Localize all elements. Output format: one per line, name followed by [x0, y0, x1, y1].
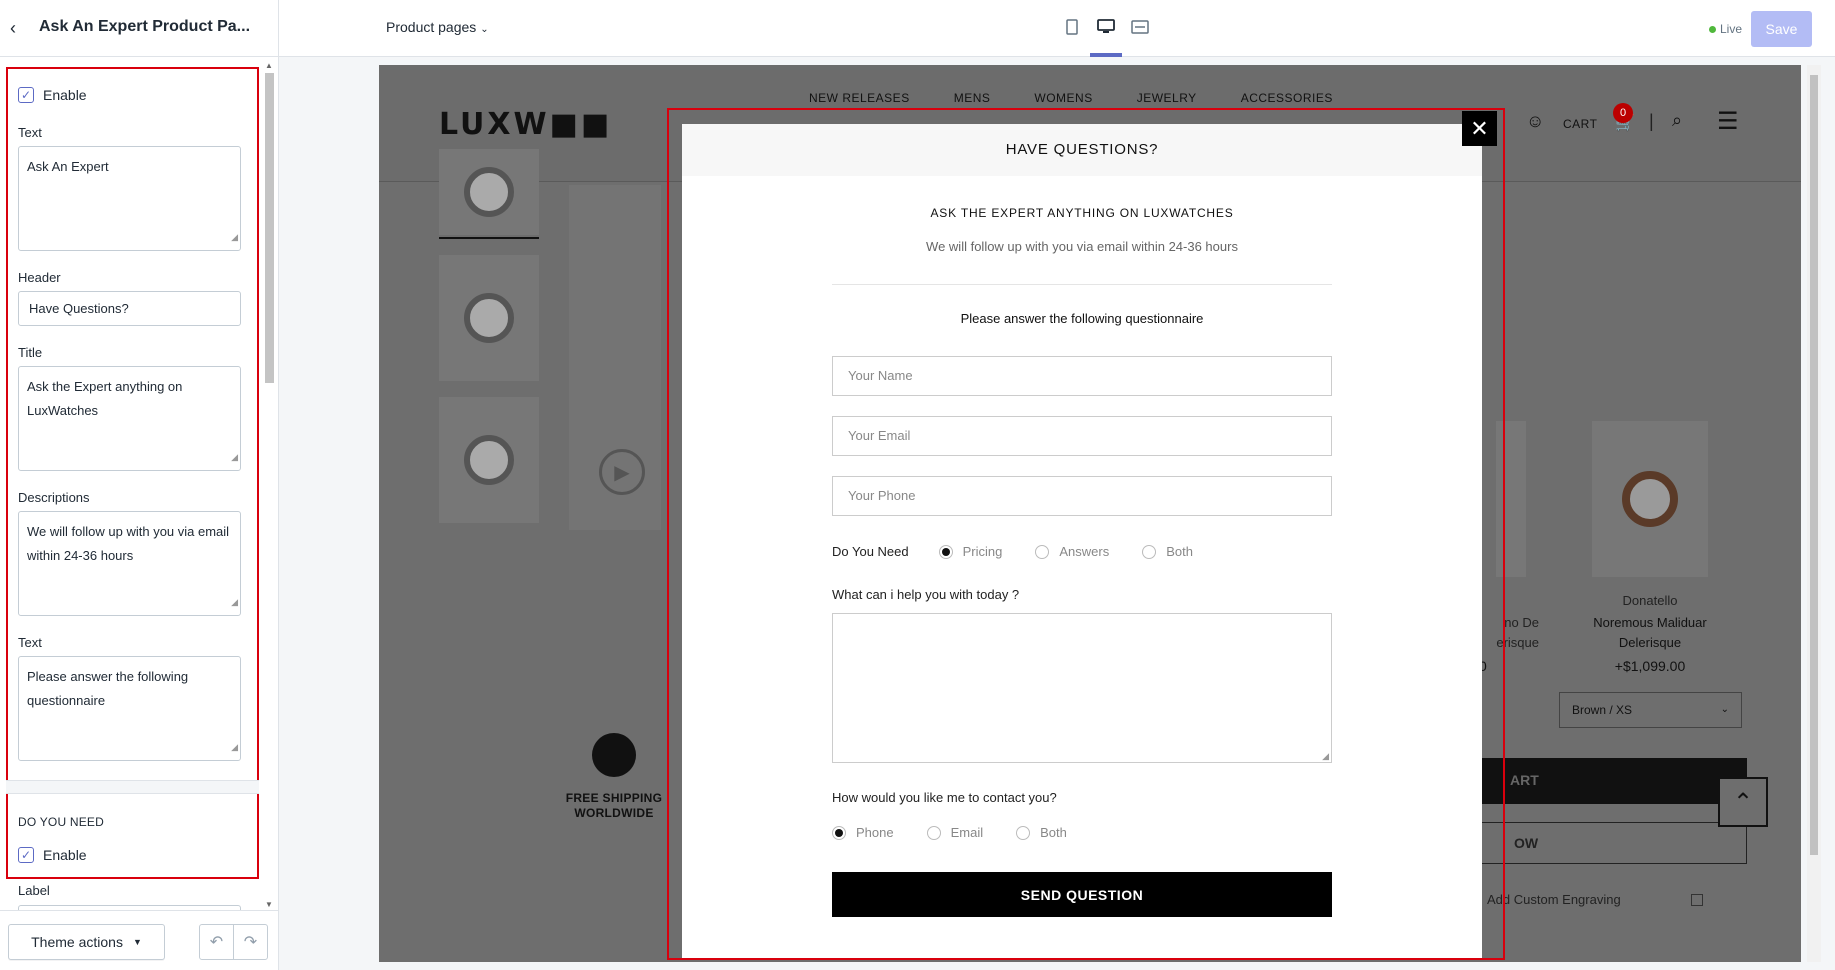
live-label: Live — [1720, 22, 1743, 36]
checkbox-checked-icon[interactable]: ✓ — [18, 847, 34, 863]
live-status: Live — [1709, 22, 1742, 36]
shipping-line2: WORLDWIDE — [574, 806, 654, 820]
theme-actions-button[interactable]: Theme actions ▼ — [8, 924, 165, 960]
nav-item[interactable]: JEWELRY — [1137, 91, 1197, 105]
preview-scrollbar[interactable] — [1807, 65, 1821, 962]
watch-image-icon — [464, 435, 514, 485]
nav-item[interactable]: MENS — [954, 91, 991, 105]
page-select-label: Product pages — [386, 19, 477, 35]
variant-select[interactable]: Brown / XS ⌄ — [1559, 692, 1742, 728]
add-to-cart-label: ART — [1510, 772, 1539, 788]
header-input[interactable]: Have Questions? — [18, 291, 241, 326]
text-textarea[interactable]: Ask An Expert ◢ — [18, 146, 241, 251]
engraving-label: Add Custom Engraving — [1487, 892, 1621, 907]
text-label: Text — [18, 125, 42, 140]
save-button[interactable]: Save — [1751, 11, 1812, 47]
editor-topbar: ‹ Ask An Expert Product Pa... Product pa… — [0, 0, 1835, 57]
header-label: Header — [18, 270, 61, 285]
desktop-view-icon[interactable] — [1096, 16, 1116, 38]
viewport-switcher — [1062, 16, 1150, 38]
title-label: Title — [18, 345, 43, 360]
undo-icon[interactable]: ↶ — [200, 925, 234, 959]
divider-icon: | — [1649, 111, 1654, 131]
variant-value: Brown / XS — [1572, 703, 1633, 717]
product-thumbnail[interactable] — [439, 149, 539, 235]
back-arrow-icon[interactable]: ‹ — [10, 18, 30, 40]
text2-textarea[interactable]: Please answer the following questionnair… — [18, 656, 241, 761]
active-thumb-indicator — [439, 237, 539, 239]
enable-checkbox-row[interactable]: ✓ Enable — [18, 87, 87, 103]
nav-item[interactable]: WOMENS — [1034, 91, 1092, 105]
shipping-line1: FREE SHIPPING — [565, 791, 663, 805]
watch-image-icon — [1622, 471, 1678, 527]
sidebar-scrollbar[interactable] — [265, 73, 274, 383]
redo-icon[interactable]: ↷ — [234, 925, 267, 959]
section-divider — [6, 780, 259, 794]
store-logo[interactable]: LUXW■■ — [439, 107, 612, 142]
live-dot-icon — [1709, 25, 1716, 33]
search-icon[interactable]: ⌕ — [1672, 110, 1682, 131]
globe-icon — [592, 733, 636, 777]
page-type-select[interactable]: Product pages ⌄ — [386, 19, 489, 35]
watch-image-icon — [464, 167, 514, 217]
chevron-down-icon: ⌄ — [1720, 704, 1729, 715]
section-heading: DO YOU NEED — [18, 815, 104, 829]
caret-down-icon: ▼ — [132, 937, 142, 947]
descriptions-value: We will follow up with you via email wit… — [27, 524, 230, 563]
hamburger-menu-icon[interactable]: ☰ — [1717, 107, 1739, 136]
scroll-up-icon[interactable]: ▲ — [265, 61, 273, 70]
checkbox-checked-icon[interactable]: ✓ — [18, 87, 34, 103]
store-nav: NEW RELEASES MENS WOMENS JEWELRY ACCESSO… — [809, 91, 1333, 105]
preview-scroll-thumb[interactable] — [1810, 75, 1818, 855]
editor-title: Ask An Expert Product Pa... — [39, 18, 251, 35]
label-label: Label — [18, 883, 50, 898]
scroll-to-top-icon[interactable]: ⌃ — [1718, 777, 1768, 827]
nav-item[interactable]: NEW RELEASES — [809, 91, 910, 105]
buy-now-label: OW — [1514, 835, 1539, 851]
resize-grip-icon[interactable]: ◢ — [231, 445, 238, 469]
shipping-text: FREE SHIPPING WORLDWIDE — [549, 791, 679, 821]
text2-value: Please answer the following questionnair… — [27, 669, 189, 708]
resize-grip-icon[interactable]: ◢ — [231, 590, 238, 614]
play-icon[interactable]: ▶ — [599, 449, 645, 495]
engraving-option[interactable]: Add Custom Engraving — [1487, 892, 1703, 907]
title-textarea[interactable]: Ask the Expert anything on LuxWatches ◢ — [18, 366, 241, 471]
undo-redo-group: ↶ ↷ — [199, 924, 268, 960]
enable2-label: Enable — [43, 847, 87, 863]
text2-label: Text — [18, 635, 42, 650]
scroll-down-icon[interactable]: ▼ — [265, 900, 273, 909]
chevron-down-icon: ⌄ — [480, 24, 489, 35]
resize-grip-icon[interactable]: ◢ — [231, 735, 238, 759]
sidebar-footer: Theme actions ▼ ↶ ↷ — [0, 910, 278, 970]
product-name[interactable]: Noremous Maliduar Delerisque — [1579, 613, 1721, 653]
product-price: +$1,099.00 — [1614, 658, 1686, 674]
product-image[interactable] — [1592, 421, 1708, 577]
enable-label: Enable — [43, 87, 87, 103]
descriptions-textarea[interactable]: We will follow up with you via email wit… — [18, 511, 241, 616]
theme-actions-label: Theme actions — [31, 934, 123, 950]
cart-count-badge: 0 — [1613, 103, 1633, 123]
descriptions-label: Descriptions — [18, 490, 90, 505]
enable2-checkbox-row[interactable]: ✓ Enable — [18, 847, 87, 863]
settings-sidebar: ✓ Enable Text Ask An Expert ◢ Header Have… — [0, 57, 278, 970]
cart-label[interactable]: CART — [1563, 117, 1597, 131]
nav-item[interactable]: ACCESSORIES — [1241, 91, 1333, 105]
title-value: Ask the Expert anything on LuxWatches — [27, 379, 183, 418]
product-thumbnail[interactable] — [439, 397, 539, 523]
fullwidth-view-icon[interactable] — [1130, 16, 1150, 38]
engraving-checkbox[interactable] — [1690, 893, 1703, 906]
text-value: Ask An Expert — [27, 159, 109, 174]
modal-highlight-box — [667, 108, 1505, 960]
resize-grip-icon[interactable]: ◢ — [231, 225, 238, 249]
product-thumbnail[interactable] — [439, 255, 539, 381]
mobile-view-icon[interactable] — [1062, 16, 1082, 38]
account-icon[interactable]: ☺ — [1526, 111, 1544, 132]
watch-image-icon — [464, 293, 514, 343]
product-brand: Donatello — [1622, 593, 1678, 608]
